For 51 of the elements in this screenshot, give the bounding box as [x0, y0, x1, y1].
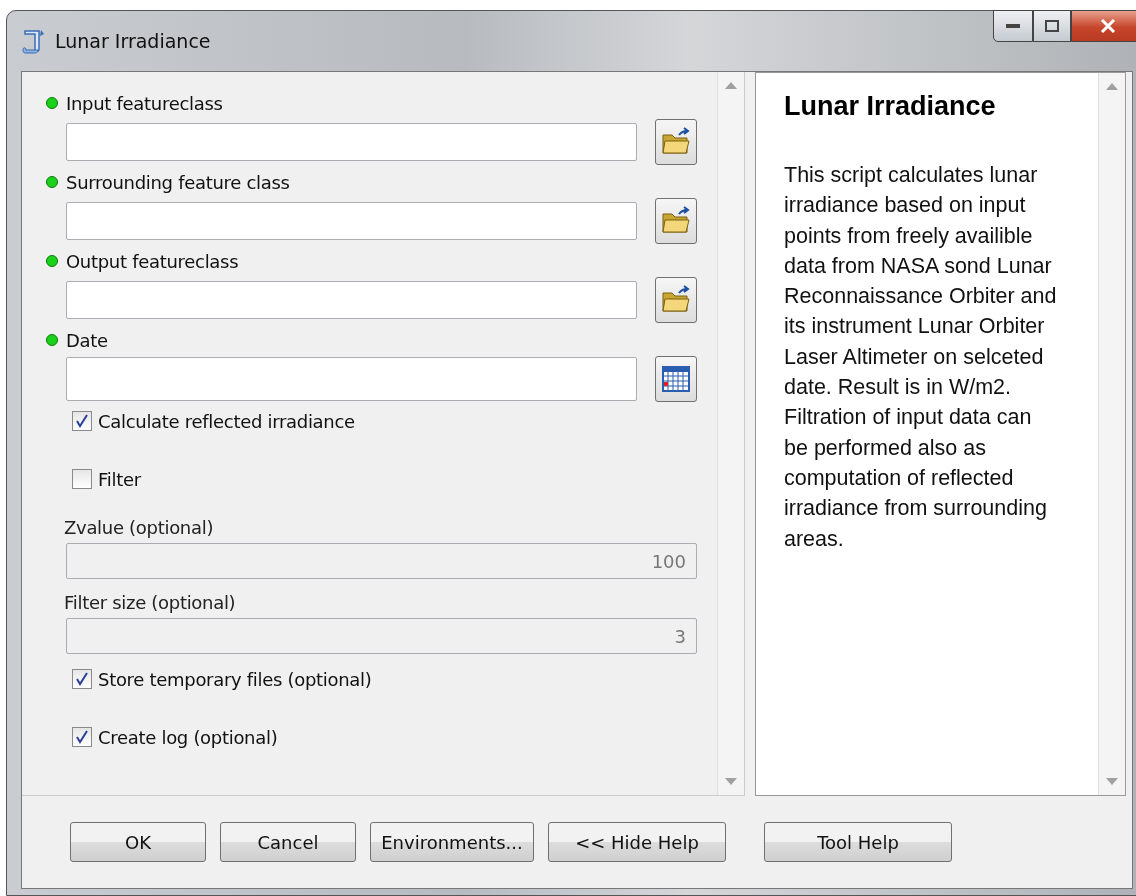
checkbox[interactable]: [72, 727, 92, 747]
minimize-button[interactable]: [993, 10, 1033, 42]
input-field[interactable]: [66, 123, 637, 161]
input-field[interactable]: [66, 202, 637, 240]
browse-button[interactable]: [655, 198, 697, 244]
scrollbar[interactable]: [717, 72, 744, 795]
parameter-label: Filter size (optional): [64, 591, 236, 613]
required-dot: [46, 176, 58, 188]
window-title: Lunar Irradiance: [55, 30, 211, 52]
required-dot: [46, 255, 58, 267]
parameter-label: Zvalue (optional): [64, 516, 214, 538]
checkbox-label: Calculate reflected irradiance: [98, 410, 355, 432]
parameter-label: Surrounding feature class: [66, 171, 290, 193]
scroll-up-icon[interactable]: [1106, 83, 1118, 90]
checkbox-label: Store temporary files (optional): [98, 668, 372, 690]
calendar-icon: [662, 366, 690, 392]
required-dot: [46, 97, 58, 109]
parameter-label: Input featureclass: [66, 92, 223, 114]
dialog-button[interactable]: OK: [70, 822, 206, 862]
help-title: Lunar Irradiance: [784, 91, 997, 122]
parameter-label: Output featureclass: [66, 250, 239, 272]
maximize-button[interactable]: [1033, 10, 1071, 42]
checkbox[interactable]: [72, 411, 92, 431]
folder-icon: [661, 206, 691, 236]
dialog-button[interactable]: Environments...: [370, 822, 534, 862]
parameter-label: Date: [66, 329, 108, 351]
checkbox[interactable]: [72, 669, 92, 689]
close-button[interactable]: [1071, 10, 1136, 42]
dialog-button[interactable]: Cancel: [220, 822, 356, 862]
scrollbar[interactable]: [1098, 73, 1125, 795]
help-text: This script calculates lunar irradiance based on input points from freely availible data from NASA sond Lunar Reconnaissance Orbiter and its instrument Lunar Orbiter Laser Altimeter on selceted date. Result is in W/m2. Filtration of input data can be performed also as computation of reflected irradiance from surrounding areas.: [784, 162, 1058, 553]
scroll-down-icon[interactable]: [725, 778, 737, 785]
checkbox[interactable]: [72, 469, 92, 489]
tool-help-button[interactable]: Tool Help: [764, 822, 952, 862]
input-field[interactable]: [66, 281, 637, 319]
dialog-button[interactable]: << Hide Help: [548, 822, 726, 862]
maximize-icon: [1045, 20, 1059, 32]
folder-icon: [661, 285, 691, 315]
scroll-up-icon[interactable]: [725, 82, 737, 89]
required-dot: [46, 334, 58, 346]
input-field[interactable]: [66, 357, 637, 401]
checkbox-label: Filter: [98, 468, 141, 490]
script-icon: [21, 28, 45, 54]
folder-icon: [661, 127, 691, 157]
calendar-button[interactable]: [655, 356, 697, 402]
checkbox-label: Create log (optional): [98, 726, 278, 748]
scroll-down-icon[interactable]: [1106, 778, 1118, 785]
browse-button[interactable]: [655, 119, 697, 165]
close-icon: [1100, 19, 1116, 33]
minimize-icon: [1006, 24, 1020, 28]
browse-button[interactable]: [655, 277, 697, 323]
